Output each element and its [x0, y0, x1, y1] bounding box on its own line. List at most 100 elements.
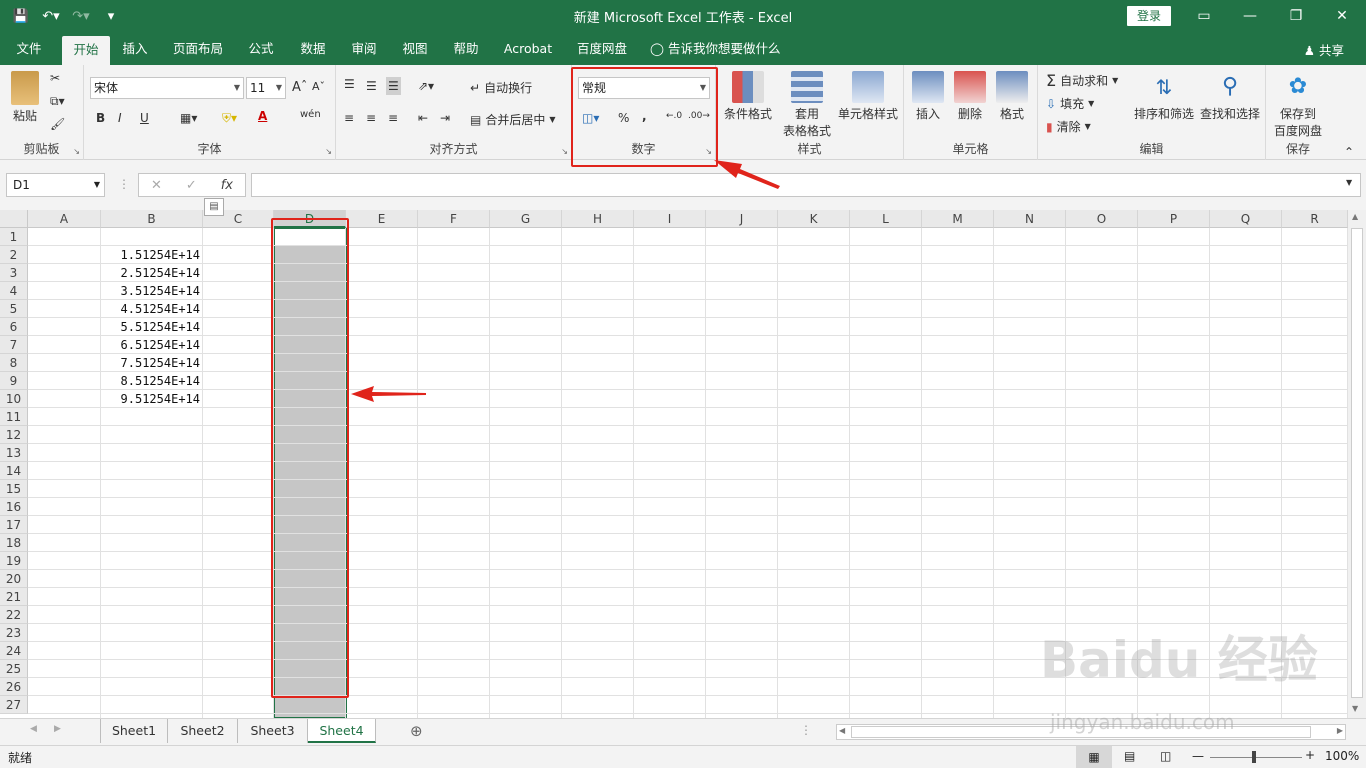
close-icon[interactable]: ✕	[1322, 4, 1362, 28]
scroll-up-icon[interactable]: ▲	[1352, 212, 1358, 221]
increase-indent-icon[interactable]: ⇥	[440, 111, 450, 125]
italic-button[interactable]: I	[118, 111, 122, 125]
cell-b2[interactable]: 1.51254E+14	[101, 246, 200, 264]
vertical-scroll-thumb[interactable]	[1351, 228, 1363, 698]
bold-button[interactable]: B	[96, 111, 105, 125]
row-header-13[interactable]: 13	[0, 444, 28, 462]
ribbon-display-options-icon[interactable]: ▭	[1184, 4, 1224, 28]
paste-options-icon[interactable]: ▤	[204, 198, 224, 216]
sheet-tab-1[interactable]: Sheet1	[100, 719, 168, 743]
column-header-p[interactable]: P	[1138, 210, 1210, 228]
align-left-icon[interactable]: ≡	[344, 111, 354, 125]
decrease-indent-icon[interactable]: ⇤	[418, 111, 428, 125]
next-sheet-icon[interactable]: ▶	[54, 724, 61, 734]
row-header-26[interactable]: 26	[0, 678, 28, 696]
row-header-23[interactable]: 23	[0, 624, 28, 642]
row-header-22[interactable]: 22	[0, 606, 28, 624]
formula-input[interactable]	[251, 173, 1361, 197]
cell-b6[interactable]: 5.51254E+14	[101, 318, 200, 336]
copy-icon[interactable]: ⧉▾	[50, 94, 65, 109]
cell-b5[interactable]: 4.51254E+14	[101, 300, 200, 318]
align-right-icon[interactable]: ≡	[388, 111, 398, 125]
column-header-l[interactable]: L	[850, 210, 922, 228]
share-button[interactable]: ♟ 共享	[1304, 40, 1344, 59]
row-header-19[interactable]: 19	[0, 552, 28, 570]
scroll-right-icon[interactable]: ▶	[1337, 726, 1343, 735]
cut-icon[interactable]: ✂	[50, 71, 60, 85]
cell-b10[interactable]: 9.51254E+14	[101, 390, 200, 408]
alignment-dialog-launcher-icon[interactable]: ↘	[561, 147, 568, 156]
delete-cells-button[interactable]: 删除	[950, 71, 990, 122]
clear-button[interactable]: ▮ 清除 ▼	[1046, 118, 1091, 135]
insert-cells-button[interactable]: 插入	[908, 71, 948, 122]
tab-acrobat[interactable]: Acrobat	[498, 33, 558, 65]
column-header-a[interactable]: A	[28, 210, 101, 228]
format-painter-icon[interactable]: 🖌	[50, 117, 65, 131]
column-header-j[interactable]: J	[706, 210, 778, 228]
row-header-6[interactable]: 6	[0, 318, 28, 336]
clipboard-dialog-launcher-icon[interactable]: ↘	[73, 147, 80, 156]
cell-b8[interactable]: 7.51254E+14	[101, 354, 200, 372]
collapse-ribbon-icon[interactable]: ⌃	[1344, 145, 1354, 159]
insert-function-button[interactable]: fx	[221, 178, 233, 193]
middle-align-icon[interactable]: ☰	[366, 79, 377, 93]
row-header-17[interactable]: 17	[0, 516, 28, 534]
tab-home[interactable]: 开始	[62, 36, 110, 65]
tab-file[interactable]: 文件	[8, 33, 50, 65]
column-header-g[interactable]: G	[490, 210, 562, 228]
tab-data[interactable]: 数据	[292, 33, 334, 65]
tab-view[interactable]: 视图	[394, 33, 436, 65]
column-header-k[interactable]: K	[778, 210, 850, 228]
font-size-combo[interactable]: 11 ▼	[246, 77, 286, 99]
find-select-button[interactable]: ⚲ 查找和选择	[1198, 71, 1262, 122]
merge-center-button[interactable]: ▤ 合并后居中 ▼	[470, 111, 556, 128]
cancel-icon[interactable]: ✕	[151, 178, 162, 193]
row-header-7[interactable]: 7	[0, 336, 28, 354]
cell-b4[interactable]: 3.51254E+14	[101, 282, 200, 300]
zoom-slider[interactable]	[1210, 757, 1302, 758]
row-header-24[interactable]: 24	[0, 642, 28, 660]
sheet-tab-4[interactable]: Sheet4	[308, 719, 376, 743]
zoom-level[interactable]: 100%	[1325, 749, 1359, 763]
column-header-q[interactable]: Q	[1210, 210, 1282, 228]
row-header-1[interactable]: 1	[0, 228, 28, 246]
bottom-align-icon[interactable]: ☰	[386, 77, 401, 95]
expand-formula-bar-icon[interactable]: ▼	[1346, 178, 1352, 187]
tab-insert[interactable]: 插入	[114, 33, 156, 65]
row-header-5[interactable]: 5	[0, 300, 28, 318]
tell-me-box[interactable]: ◯ 告诉我你想要做什么	[650, 33, 790, 65]
row-header-16[interactable]: 16	[0, 498, 28, 516]
restore-icon[interactable]: ❐	[1276, 4, 1316, 28]
column-header-h[interactable]: H	[562, 210, 634, 228]
column-header-m[interactable]: M	[922, 210, 994, 228]
format-cells-button[interactable]: 格式	[992, 71, 1032, 122]
fill-color-icon[interactable]: ⛨▾	[222, 111, 237, 126]
minimize-icon[interactable]: —	[1230, 4, 1270, 28]
row-header-15[interactable]: 15	[0, 480, 28, 498]
font-name-combo[interactable]: 宋体 ▼	[90, 77, 244, 99]
row-header-2[interactable]: 2	[0, 246, 28, 264]
align-center-icon[interactable]: ≡	[366, 111, 376, 125]
row-header-21[interactable]: 21	[0, 588, 28, 606]
autosum-button[interactable]: Σ 自动求和 ▼	[1046, 71, 1118, 90]
tab-review[interactable]: 审阅	[343, 33, 385, 65]
tab-split-icon[interactable]: ⋮	[800, 723, 812, 737]
row-header-11[interactable]: 11	[0, 408, 28, 426]
row-header-10[interactable]: 10	[0, 390, 28, 408]
row-header-18[interactable]: 18	[0, 534, 28, 552]
phonetic-guide-button[interactable]: wén	[300, 109, 321, 120]
font-color-icon[interactable]: A	[258, 109, 267, 123]
tab-formulas[interactable]: 公式	[240, 33, 282, 65]
format-as-table-button[interactable]: 套用 表格格式	[776, 71, 838, 139]
wrap-text-button[interactable]: ↵ 自动换行	[470, 79, 532, 96]
tab-baidu-netdisk[interactable]: 百度网盘	[570, 33, 634, 65]
column-header-f[interactable]: F	[418, 210, 490, 228]
scroll-left-icon[interactable]: ◀	[839, 726, 845, 735]
fill-button[interactable]: ⇩ 填充 ▼	[1046, 95, 1094, 112]
add-sheet-icon[interactable]: ⊕	[410, 722, 423, 740]
cell-b3[interactable]: 2.51254E+14	[101, 264, 200, 282]
row-header-3[interactable]: 3	[0, 264, 28, 282]
sheet-tab-3[interactable]: Sheet3	[238, 719, 308, 743]
row-header-9[interactable]: 9	[0, 372, 28, 390]
enter-icon[interactable]: ✓	[186, 178, 197, 193]
